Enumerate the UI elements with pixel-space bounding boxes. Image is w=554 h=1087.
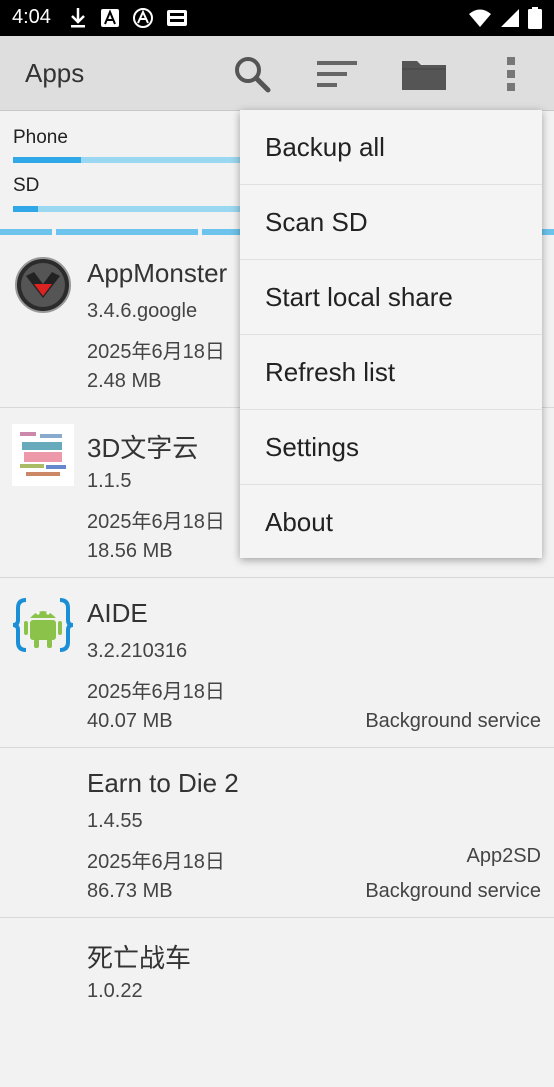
sd-storage-bar: [13, 206, 241, 212]
phone-storage-label: Phone: [13, 127, 68, 148]
search-button[interactable]: [228, 50, 276, 98]
list-item[interactable]: AIDE 3.2.210316 2025年6月18日 40.07 MB Back…: [0, 578, 554, 748]
app-date: 2025年6月18日: [87, 511, 225, 533]
list-item[interactable]: 死亡战车 1.0.22: [0, 918, 554, 1087]
status-time: 4:04: [12, 6, 51, 28]
app-version: 3.2.210316: [87, 640, 188, 662]
app-name: AppMonster: [87, 258, 228, 288]
text-a-icon: [101, 9, 119, 27]
folder-icon: [402, 61, 446, 90]
app-name: 死亡战车: [87, 943, 192, 973]
app-size: 86.73 MB: [87, 880, 173, 902]
sort-button[interactable]: [314, 50, 362, 98]
app-date: 2025年6月18日: [87, 851, 225, 873]
app-install-location: App2SD: [466, 845, 542, 867]
menu-item-settings[interactable]: Settings: [240, 410, 542, 485]
phone-storage-bar: [13, 157, 241, 163]
overflow-menu-button[interactable]: [487, 50, 535, 98]
menu-item-scan-sd[interactable]: Scan SD: [240, 185, 542, 260]
status-left-icons: [68, 6, 188, 30]
menu-item-backup-all[interactable]: Backup all: [240, 110, 542, 185]
app-version: 3.4.6.google: [87, 300, 198, 322]
app-version: 1.1.5: [87, 470, 132, 492]
app-version: 1.0.22: [87, 980, 143, 1002]
phone-storage-fill: [13, 157, 82, 163]
app-name: AIDE: [87, 598, 148, 628]
app-size: 2.48 MB: [87, 370, 162, 392]
overflow-menu: Backup all Scan SD Start local share Ref…: [240, 110, 542, 558]
sd-storage-label: SD: [13, 175, 40, 196]
list-item[interactable]: Earn to Die 2 1.4.55 2025年6月18日 86.73 MB…: [0, 748, 554, 918]
app-version: 1.4.55: [87, 810, 143, 832]
search-icon: [235, 57, 271, 93]
menu-item-refresh-list[interactable]: Refresh list: [240, 335, 542, 410]
battery-icon: [528, 7, 542, 29]
sim-card-icon: [167, 10, 187, 26]
cellular-icon: [501, 9, 519, 27]
word-cloud-icon: [12, 424, 74, 486]
menu-item-start-local-share[interactable]: Start local share: [240, 260, 542, 335]
app-name: 3D文字云: [87, 433, 199, 463]
appmonster-icon: [15, 257, 71, 313]
app-size: 40.07 MB: [87, 710, 173, 732]
overflow-menu-icon: [507, 57, 515, 91]
app-title: Apps: [25, 58, 85, 88]
signal-off-icon: [133, 8, 153, 28]
app-date: 2025年6月18日: [87, 341, 225, 363]
folder-button[interactable]: [400, 50, 448, 98]
sd-storage-fill: [13, 206, 39, 212]
status-bar: 4:04: [0, 0, 554, 36]
android-braces-icon: [12, 598, 74, 652]
app-bar: Apps: [0, 36, 554, 111]
app-status: Background service: [365, 710, 541, 732]
app-status: Background service: [365, 880, 541, 902]
menu-item-about[interactable]: About: [240, 485, 542, 559]
wifi-icon: [469, 9, 491, 27]
app-date: 2025年6月18日: [87, 681, 225, 703]
status-right-icons: [468, 6, 542, 30]
app-size: 18.56 MB: [87, 540, 173, 562]
sort-icon: [317, 61, 357, 87]
app-name: Earn to Die 2: [87, 768, 239, 798]
download-icon: [71, 8, 85, 28]
